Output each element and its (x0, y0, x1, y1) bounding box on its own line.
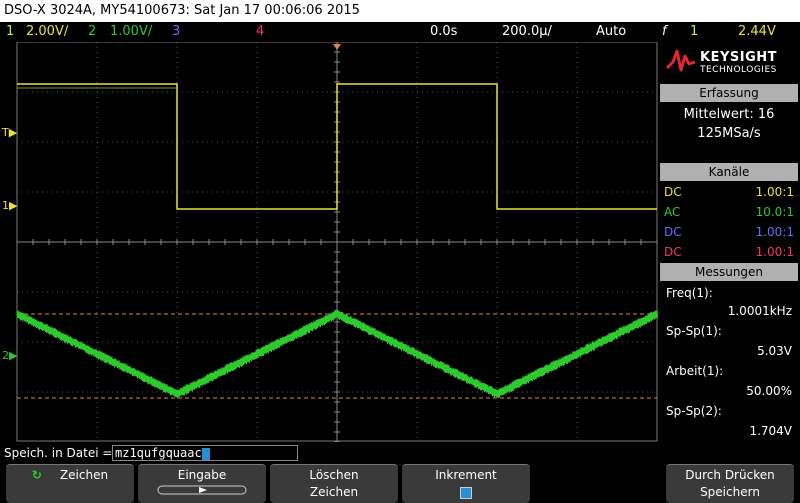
channel-row-3[interactable]: DC 1.00:1 (662, 223, 796, 241)
side-panel: KEYSIGHT TECHNOLOGIES Erfassung Mittelwe… (658, 42, 800, 442)
softkey-loeschen-zeichen[interactable]: Löschen Zeichen (270, 464, 398, 503)
ch2-coupling: AC (664, 205, 681, 219)
acquisition-body: Mittelwert: 16 125MSa/s (660, 103, 798, 163)
ch2-scale[interactable]: 1.00V/ (110, 22, 152, 42)
ch4-probe: 1.00:1 (755, 245, 794, 259)
softkey-inkrement[interactable]: Inkrement (402, 464, 530, 503)
window-title: DSO-X 3024A, MY54100673: Sat Jan 17 00:0… (0, 0, 800, 22)
file-name-label: Speich. in Datei = (4, 446, 113, 460)
meas-4-value: 1.704V (749, 424, 792, 438)
rotate-knob-icon: ↻ (31, 468, 42, 482)
time-scale[interactable]: 200.0µ/ (502, 22, 552, 42)
file-name-bar: Speich. in Datei = mz1qufgquaac (0, 442, 658, 464)
softkey-speichern-label-1: Durch Drücken (685, 468, 775, 482)
softkey-speichern[interactable]: Durch Drücken Speichern (666, 464, 794, 503)
ch2-marker-label: 2 (2, 349, 9, 362)
measurements-header[interactable]: Messungen (660, 263, 798, 281)
waveform-display[interactable]: T▶ 1▶ 2▶ (0, 41, 658, 443)
trigger-level-label: T (2, 126, 9, 139)
trigger-position-marker[interactable] (333, 44, 341, 50)
ch1-probe: 1.00:1 (755, 185, 794, 199)
softkey-inkrement-label: Inkrement (435, 468, 497, 482)
meas-2-label: Sp-Sp(1): (666, 324, 722, 338)
ch4-coupling: DC (664, 245, 682, 259)
channels-header[interactable]: Kanäle (660, 163, 798, 181)
meas-3-value: 50.00% (746, 384, 792, 398)
waveform-canvas (16, 41, 658, 443)
meas-1-label: Freq(1): (666, 286, 713, 300)
checkbox-icon (460, 486, 472, 499)
channel-row-2[interactable]: AC 10.0:1 (662, 203, 796, 221)
ch1-square-wave-trace (17, 83, 657, 210)
file-name-input[interactable]: mz1qufgquaac (112, 445, 298, 461)
measurements-body: Freq(1): 1.0001kHz Sp-Sp(1): 5.03V Arbei… (660, 282, 798, 442)
softkey-zeichen-label: Zeichen (59, 468, 109, 482)
softkey-loeschen-label-1: Löschen (309, 468, 359, 482)
trigger-edge-icon: f (662, 24, 667, 39)
ch1-marker-label: 1 (2, 199, 9, 212)
trigger-mode[interactable]: Auto (596, 22, 626, 42)
channel-row-4[interactable]: DC 1.00:1 (662, 243, 796, 261)
acquisition-rate: 125MSa/s (697, 126, 761, 141)
meas-2-value: 5.03V (757, 344, 792, 358)
logo-brand: KEYSIGHT (700, 50, 777, 65)
enter-arrow-icon (138, 484, 266, 501)
ch1-coupling: DC (664, 185, 682, 199)
ch1-ground-marker[interactable]: 1▶ (2, 199, 17, 212)
channel-status-bar: 1 2.00V/ 2 1.00V/ 3 4 0.0s 200.0µ/ Auto … (0, 22, 800, 42)
trigger-level-marker[interactable]: T▶ (2, 126, 17, 139)
time-delay[interactable]: 0.0s (430, 22, 457, 42)
text-cursor (201, 447, 210, 460)
ch1-scale[interactable]: 2.00V/ (26, 22, 68, 42)
meas-3-label: Arbeit(1): (666, 364, 724, 378)
keysight-logo: KEYSIGHT TECHNOLOGIES (658, 42, 800, 82)
logo-sub: TECHNOLOGIES (700, 65, 777, 75)
meas-1-value: 1.0001kHz (727, 304, 792, 318)
ch2-number[interactable]: 2 (88, 22, 96, 42)
ch3-number[interactable]: 3 (172, 22, 180, 42)
softkey-bar: ↻ Zeichen Eingabe Löschen Zeichen Inkreme… (0, 464, 800, 503)
ch2-ground-marker[interactable]: 2▶ (2, 349, 17, 362)
meas-4-label: Sp-Sp(2): (666, 404, 722, 418)
channel-row-1[interactable]: DC 1.00:1 (662, 183, 796, 201)
file-name-value: mz1qufgquaac (115, 446, 202, 460)
ch2-probe: 10.0:1 (755, 205, 794, 219)
ch3-probe: 1.00:1 (755, 225, 794, 239)
ch1-number[interactable]: 1 (6, 22, 14, 42)
softkey-loeschen-label-2: Zeichen (309, 485, 359, 499)
softkey-eingabe-label: Eingabe (177, 468, 227, 482)
softkey-speichern-label-2: Speichern (700, 485, 760, 499)
acquisition-header[interactable]: Erfassung (660, 84, 798, 102)
softkey-zeichen[interactable]: ↻ Zeichen (6, 464, 134, 503)
acquisition-mode: Mittelwert: 16 (683, 107, 775, 122)
trigger-source[interactable]: 1 (690, 22, 698, 42)
keysight-wave-icon (666, 49, 696, 72)
ch4-number[interactable]: 4 (256, 22, 264, 42)
softkey-eingabe[interactable]: Eingabe (138, 464, 266, 503)
trigger-level[interactable]: 2.44V (738, 22, 776, 42)
ch3-coupling: DC (664, 225, 682, 239)
